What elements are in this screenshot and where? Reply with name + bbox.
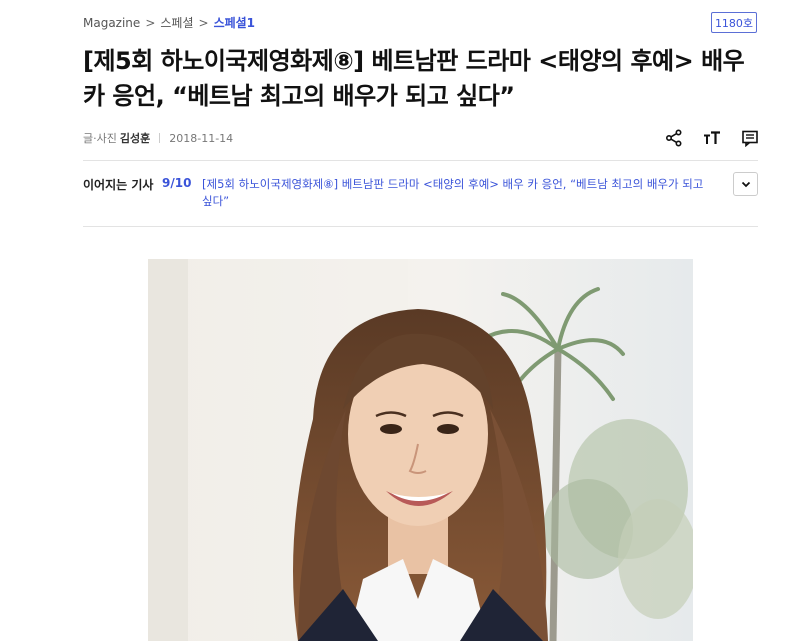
series-label: 이어지는 기사 [83,178,154,192]
series-count: 9/10 [162,176,192,190]
breadcrumb: Magazine > 스페셜 > 스페셜1 [83,14,255,31]
article-title: [제5회 하노이국제영화제⑧] 베트남판 드라마 <태양의 후예> 배우 카 응… [83,47,745,110]
breadcrumb-separator: > [145,15,156,30]
breadcrumb-special[interactable]: 스페셜 [160,14,193,31]
divider [83,226,758,227]
series-article-link[interactable]: [제5회 하노이국제영화제⑧] 베트남판 드라마 <태양의 후예> 배우 카 응… [202,176,717,210]
article-toolbar [662,126,762,150]
related-series: 이어지는 기사 9/10 [제5회 하노이국제영화제⑧] 베트남판 드라마 <태… [83,172,758,212]
series-toggle-button[interactable] [733,172,758,196]
issue-badge[interactable]: 1180호 [711,12,757,33]
breadcrumb-current[interactable]: 스페셜1 [214,14,255,31]
breadcrumb-separator: > [198,15,209,30]
article-photo [148,259,693,641]
meta-divider [159,133,161,143]
chevron-down-icon [741,181,750,188]
byline-label: 글·사진 [83,132,117,145]
comment-icon[interactable] [738,126,762,150]
breadcrumb-magazine[interactable]: Magazine [83,16,140,30]
divider [83,160,758,161]
author-name: 김성훈 [119,132,151,145]
article-meta: 글·사진 김성훈 2018-11-14 [83,130,233,146]
font-size-icon[interactable] [700,126,724,150]
share-icon[interactable] [662,126,686,150]
publish-date: 2018-11-14 [169,131,234,145]
